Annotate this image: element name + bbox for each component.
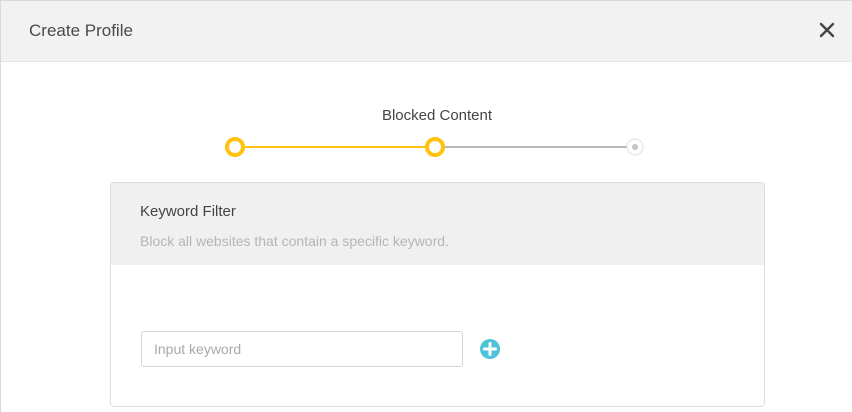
current-step-label: Blocked Content <box>381 107 493 124</box>
close-button[interactable] <box>812 15 842 45</box>
step-3-marker <box>626 138 644 156</box>
keyword-filter-title: Keyword Filter <box>140 203 236 220</box>
keyword-filter-header: Keyword Filter Block all websites that c… <box>111 183 764 265</box>
dialog-header: Create Profile <box>1 1 852 62</box>
create-profile-dialog: Create Profile Blocked Content Keyword F… <box>0 0 852 412</box>
step-2-marker <box>425 137 445 157</box>
close-icon <box>819 22 835 38</box>
plus-circle-icon <box>480 339 500 359</box>
keyword-filter-description: Block all websites that contain a specif… <box>140 233 449 249</box>
keyword-input[interactable] <box>141 331 463 367</box>
add-keyword-button[interactable] <box>479 338 501 360</box>
dialog-title: Create Profile <box>29 21 133 40</box>
step-1-marker <box>225 137 245 157</box>
progress-stepper <box>225 137 644 157</box>
keyword-filter-panel: Keyword Filter Block all websites that c… <box>110 182 765 407</box>
